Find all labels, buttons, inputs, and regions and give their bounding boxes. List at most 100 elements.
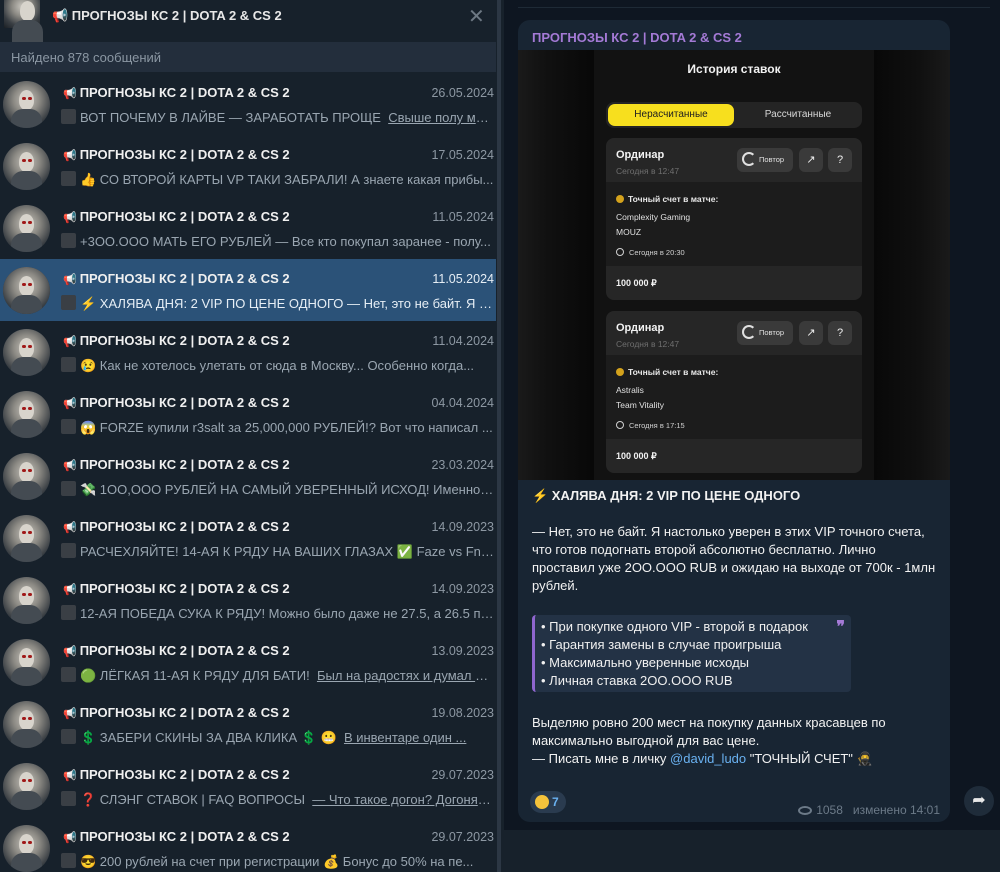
thumbnail-icon	[61, 109, 76, 124]
thumbnail-icon	[61, 791, 76, 806]
result-channel-name: 📢 ПРОГНОЗЫ КС 2 | DOTA 2 & CS 2	[63, 829, 290, 844]
tab-settled: Рассчитанные	[764, 109, 832, 120]
bet-type: Ординар	[616, 149, 665, 161]
match-time: Сегодня в 20:30	[616, 248, 685, 257]
megaphone-icon: 📢	[63, 522, 77, 534]
quote-line: • Личная ставка 2ОО.ООО RUB	[541, 673, 733, 688]
message-paragraph: — Нет, это не байт. Я настолько уверен в…	[532, 524, 936, 593]
channel-avatar	[3, 701, 50, 748]
thumbnail-icon	[61, 419, 76, 434]
bet-label: Точный счет в матче:	[616, 194, 718, 204]
search-result-row[interactable]: 📢 ПРОГНОЗЫ КС 2 | DOTA 2 & CS 2 17.05.2024…	[0, 135, 496, 197]
megaphone-icon: 📢	[63, 398, 77, 410]
result-date: 14.09.2023	[431, 520, 494, 534]
result-channel-name: 📢 ПРОГНОЗЫ КС 2 | DOTA 2 & CS 2	[63, 147, 290, 162]
search-result-row[interactable]: 📢 ПРОГНОЗЫ КС 2 | DOTA 2 & CS 2 11.05.2024…	[0, 197, 496, 259]
result-channel-name: 📢 ПРОГНОЗЫ КС 2 | DOTA 2 & CS 2	[63, 581, 290, 596]
search-result-row[interactable]: 📢 ПРОГНОЗЫ КС 2 | DOTA 2 & CS 2 19.08.2023…	[0, 693, 496, 755]
bet-tabs: Нерасчитанные Рассчитанные	[606, 102, 862, 128]
bet-time: Сегодня в 12:47	[616, 339, 680, 349]
channel-avatar	[3, 143, 50, 190]
close-icon[interactable]: ✕	[468, 4, 485, 29]
thumbnail-icon	[61, 543, 76, 558]
username-link[interactable]: @david_ludo	[670, 751, 746, 766]
result-preview: 😱 FORZE купили r3salt за 25,000,000 РУБЛ…	[61, 419, 494, 436]
grimace-emoji-icon	[535, 795, 549, 809]
search-results-panel: 📢 ПРОГНОЗЫ КС 2 | DOTA 2 & CS 2 ✕ Найден…	[0, 0, 504, 872]
megaphone-icon: 📢	[63, 212, 77, 224]
channel-avatar	[3, 81, 50, 128]
team-1: Complexity Gaming	[616, 212, 691, 222]
megaphone-icon: 📢	[63, 584, 77, 596]
match-time: Сегодня в 17:15	[616, 421, 685, 430]
thumbnail-icon	[61, 171, 76, 186]
bottom-bar	[504, 830, 1000, 872]
result-date: 17.05.2024	[431, 148, 494, 162]
channel-avatar	[3, 577, 50, 624]
result-channel-name: 📢 ПРОГНОЗЫ КС 2 | DOTA 2 & CS 2	[63, 395, 290, 410]
result-preview: 12-АЯ ПОБЕДА СУКА К РЯДУ! Можно было даж…	[61, 605, 494, 621]
result-date: 26.05.2024	[431, 86, 494, 100]
help-icon: ?	[828, 321, 852, 345]
search-result-row[interactable]: 📢 ПРОГНОЗЫ КС 2 | DOTA 2 & CS 2 29.07.2023…	[0, 817, 496, 872]
bet-history-title: История ставок	[687, 62, 781, 76]
result-channel-name: 📢 ПРОГНОЗЫ КС 2 | DOTA 2 & CS 2	[63, 705, 290, 720]
result-channel-name: 📢 ПРОГНОЗЫ КС 2 | DOTA 2 & CS 2	[63, 767, 290, 782]
search-result-row[interactable]: 📢 ПРОГНОЗЫ КС 2 | DOTA 2 & CS 2 23.03.2024…	[0, 445, 496, 507]
megaphone-icon: 📢	[63, 274, 77, 286]
repeat-icon	[742, 152, 756, 166]
message-channel-name[interactable]: ПРОГНОЗЫ КС 2 | DOTA 2 & CS 2	[532, 30, 742, 45]
result-date: 11.05.2024	[432, 272, 494, 286]
photo-side-left	[518, 50, 594, 480]
channel-avatar	[3, 391, 50, 438]
quote-line: • Максимально уверенные исходы	[541, 655, 749, 670]
thumbnail-icon	[61, 667, 76, 682]
channel-avatar	[3, 205, 50, 252]
result-date: 14.09.2023	[431, 582, 494, 596]
team-2: MOUZ	[616, 227, 642, 237]
search-result-row[interactable]: 📢 ПРОГНОЗЫ КС 2 | DOTA 2 & CS 2 26.05.2024…	[0, 73, 496, 135]
search-result-row[interactable]: 📢 ПРОГНОЗЫ КС 2 | DOTA 2 & CS 2 14.09.2023…	[0, 507, 496, 569]
message-paragraph-2: Выделяю ровно 200 мест на покупку данных…	[532, 714, 936, 768]
result-preview: 🟢 ЛЁГКАЯ 11-АЯ К РЯДУ ДЛЯ БАТИ! Был на р…	[61, 667, 494, 684]
message-photo[interactable]: История ставок Нерасчитанные Рассчитанны…	[518, 50, 950, 480]
search-result-row[interactable]: 📢 ПРОГНОЗЫ КС 2 | DOTA 2 & CS 2 04.04.2024…	[0, 383, 496, 445]
megaphone-icon: 📢	[63, 832, 77, 844]
bet-history-screenshot: История ставок Нерасчитанные Рассчитанны…	[594, 50, 874, 480]
thumbnail-icon	[61, 357, 76, 372]
channel-avatar	[4, 0, 43, 42]
bet-type: Ординар	[616, 322, 665, 334]
search-result-row[interactable]: 📢 ПРОГНОЗЫ КС 2 | DOTA 2 & CS 2 11.05.2024…	[0, 259, 496, 321]
share-icon: ↗	[799, 321, 823, 345]
result-date: 23.03.2024	[431, 458, 494, 472]
thumbnail-icon	[61, 481, 76, 496]
coin-icon	[616, 195, 624, 203]
search-result-row[interactable]: 📢 ПРОГНОЗЫ КС 2 | DOTA 2 & CS 2 14.09.2023…	[0, 569, 496, 631]
search-result-row[interactable]: 📢 ПРОГНОЗЫ КС 2 | DOTA 2 & CS 2 11.04.2024…	[0, 321, 496, 383]
message-headline: ⚡ ХАЛЯВА ДНЯ: 2 VIP ПО ЦЕНЕ ОДНОГО	[532, 488, 801, 503]
scrollbar[interactable]	[497, 0, 501, 872]
search-result-row[interactable]: 📢 ПРОГНОЗЫ КС 2 | DOTA 2 & CS 2 29.07.2023…	[0, 755, 496, 817]
result-preview: ВОТ ПОЧЕМУ В ЛАЙВЕ — ЗАРАБОТАТЬ ПРОЩЕ Св…	[61, 109, 494, 125]
photo-side-right	[874, 50, 950, 480]
quote-icon: ❞	[836, 619, 845, 636]
search-result-row[interactable]: 📢 ПРОГНОЗЫ КС 2 | DOTA 2 & CS 2 13.09.2023…	[0, 631, 496, 693]
reaction-button[interactable]: 7	[530, 791, 566, 813]
result-date: 11.05.2024	[432, 210, 494, 224]
megaphone-icon: 📢	[63, 88, 77, 100]
channel-avatar	[3, 825, 50, 872]
bet-label: Точный счет в матче:	[616, 367, 718, 377]
message-meta: 1058 изменено 14:01	[798, 803, 940, 817]
channel-avatar	[3, 763, 50, 810]
share-icon: ↗	[799, 148, 823, 172]
channel-title: 📢 ПРОГНОЗЫ КС 2 | DOTA 2 & CS 2	[52, 8, 282, 23]
quote-line: • При покупке одного VIP - второй в пода…	[541, 619, 808, 634]
clock-icon	[616, 421, 624, 429]
message-bubble[interactable]: ПРОГНОЗЫ КС 2 | DOTA 2 & CS 2 История ст…	[518, 20, 950, 822]
forward-icon[interactable]: ➦	[964, 786, 994, 816]
divider	[518, 0, 990, 8]
message-line: — Писать мне в личку @david_ludo "ТОЧНЫЙ…	[532, 751, 873, 766]
results-list: 📢 ПРОГНОЗЫ КС 2 | DOTA 2 & CS 2 26.05.2024…	[0, 73, 496, 872]
team-2: Team Vitality	[616, 400, 665, 410]
repeat-icon	[742, 325, 756, 339]
